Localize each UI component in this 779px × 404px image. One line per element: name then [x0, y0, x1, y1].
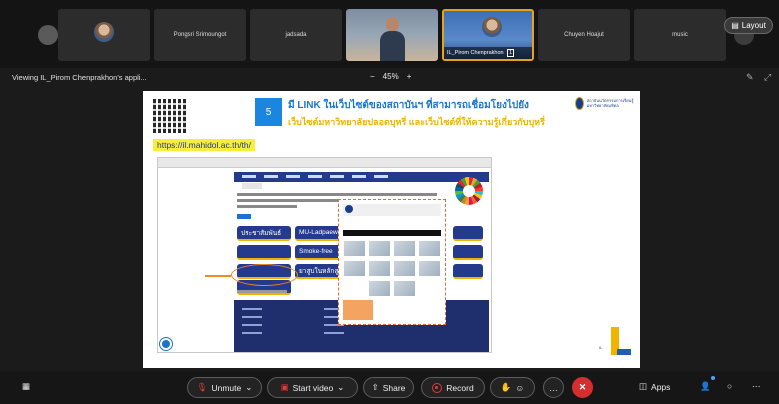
- website-tag: [237, 214, 251, 219]
- participant-name: Pongsri Srimoungot: [173, 32, 227, 38]
- apps-icon: ◫: [639, 381, 648, 391]
- hand-icon: ✋: [500, 382, 512, 392]
- slide-number: 5: [255, 98, 282, 126]
- meeting-window: Pongsri Srimoungot jadsada IL_Pirom Chen…: [0, 0, 779, 404]
- chat-icon[interactable]: ○: [727, 381, 732, 391]
- apps-label: Apps: [651, 381, 671, 392]
- more-icon: …: [549, 382, 558, 393]
- layout-icon: ▤: [731, 21, 739, 30]
- camera-off-icon: ▣: [280, 382, 289, 392]
- il-logo-text: IL: [599, 345, 603, 350]
- qr-code: [153, 99, 187, 133]
- participant-strip: Pongsri Srimoungot jadsada IL_Pirom Chen…: [0, 0, 779, 68]
- viewing-label: Viewing IL_Pirom Chenprakhon's appli...: [12, 73, 147, 82]
- more-options-button[interactable]: …: [543, 377, 564, 398]
- chevron-down-icon: ⌄: [245, 382, 253, 392]
- annotate-icon[interactable]: ✎: [746, 72, 754, 83]
- active-speaker-caption: IL_Pirom Chenprakhon 1: [444, 47, 532, 59]
- website-text: [237, 290, 287, 293]
- seal-icon: [345, 205, 353, 213]
- logo-text: สถาบันนวัตกรรมการเรียนรู้ มหาวิทยาลัยมหิ…: [586, 98, 634, 108]
- layout-label: Layout: [741, 21, 766, 30]
- zoom-control: − 45% +: [370, 72, 411, 81]
- browser-bar: [158, 158, 491, 168]
- participant-name: music: [672, 32, 688, 38]
- website-popup-screenshot: [338, 199, 446, 325]
- reactions-button[interactable]: ✋ ☺: [490, 377, 535, 398]
- close-icon: ✕: [578, 382, 587, 392]
- university-logo: สถาบันนวัตกรรมการเรียนรู้ มหาวิทยาลัยมหิ…: [575, 95, 635, 111]
- mic-muted-icon: 🎙: [196, 382, 208, 392]
- chevron-down-icon: ⌄: [337, 382, 345, 392]
- viewing-bar: Viewing IL_Pirom Chenprakhon's appli... …: [0, 68, 779, 88]
- participant-tile[interactable]: Pongsri Srimoungot: [154, 9, 246, 61]
- avatar: [482, 17, 502, 37]
- participant-name: IL_Pirom Chenprakhon: [447, 50, 504, 56]
- seal-icon: [575, 96, 584, 110]
- speaker-badge: 1: [507, 49, 515, 57]
- record-icon: [432, 382, 443, 393]
- website-text: [237, 193, 437, 196]
- slide-title-line1: มี LINK ในเว็บไซต์ของสถาบันฯ ที่สามารถเช…: [288, 100, 529, 111]
- il-logo: IL: [597, 325, 633, 357]
- unmute-label: Unmute: [211, 382, 242, 393]
- active-speaker-tile[interactable]: IL_Pirom Chenprakhon 1: [442, 9, 534, 61]
- slide-control-icon[interactable]: [160, 338, 172, 350]
- website-link-button: [453, 264, 483, 279]
- sdg-wheel-icon: [455, 177, 483, 205]
- unmute-button[interactable]: 🎙 Unmute ⌄: [187, 377, 262, 398]
- start-video-label: Start video: [292, 382, 334, 393]
- website-link-button: [453, 226, 483, 241]
- zoom-in-button[interactable]: +: [407, 72, 412, 81]
- zoom-out-button[interactable]: −: [370, 72, 375, 81]
- website-link-button: [453, 245, 483, 260]
- captions-icon[interactable]: ▦: [22, 381, 30, 392]
- strip-prev-button[interactable]: [38, 25, 58, 45]
- share-label: Share: [382, 382, 406, 393]
- highlight-ring: [231, 264, 298, 286]
- participant-video-tile[interactable]: [346, 9, 438, 61]
- participant-video: [380, 17, 405, 61]
- more-menu-icon[interactable]: ⋯: [752, 381, 761, 392]
- share-button[interactable]: ⇧ Share: [363, 377, 414, 398]
- website-nav: [234, 172, 489, 182]
- participant-tile[interactable]: jadsada: [250, 9, 342, 61]
- record-label: Record: [446, 382, 474, 393]
- zoom-value: 45%: [382, 72, 399, 81]
- start-video-button[interactable]: ▣ Start video ⌄: [267, 377, 358, 398]
- highlight-arrow: [205, 275, 231, 277]
- meeting-toolbar: ▦ 🎙 Unmute ⌄ ▣ Start video ⌄ ⇧ Share Rec…: [0, 371, 779, 404]
- apps-button[interactable]: ◫ Apps: [639, 381, 670, 392]
- shared-screen: https://il.mahidol.ac.th/th/ 5 มี LINK ใ…: [143, 91, 640, 368]
- record-button[interactable]: Record: [421, 377, 485, 398]
- participant-name: jadsada: [285, 32, 307, 38]
- notification-dot: [711, 376, 715, 380]
- participants-icon[interactable]: 👤: [700, 381, 711, 392]
- website-link-button: ประชาสัมพันธ์: [237, 226, 291, 241]
- avatar: [94, 22, 114, 42]
- layout-button[interactable]: ▤ Layout: [724, 17, 773, 34]
- end-call-button[interactable]: ✕: [572, 377, 593, 398]
- participant-name: Chuyen Hoajut: [564, 32, 604, 38]
- participant-tile[interactable]: Chuyen Hoajut: [538, 9, 630, 61]
- slide-url: https://il.mahidol.ac.th/th/: [153, 139, 256, 151]
- slide-title-line2: เว็บไซต์มหาวิทยาลัยปลอดบุหรี่ และเว็บไซต…: [288, 117, 545, 127]
- emoji-icon: ☺: [515, 382, 525, 393]
- website-logo: [242, 183, 262, 189]
- participant-tile[interactable]: music: [634, 9, 726, 61]
- participant-tile[interactable]: [58, 9, 150, 61]
- fullscreen-icon[interactable]: ⤢: [764, 72, 771, 83]
- website-text: [237, 205, 297, 208]
- share-icon: ⇧: [371, 382, 379, 392]
- website-link-button: [237, 245, 291, 260]
